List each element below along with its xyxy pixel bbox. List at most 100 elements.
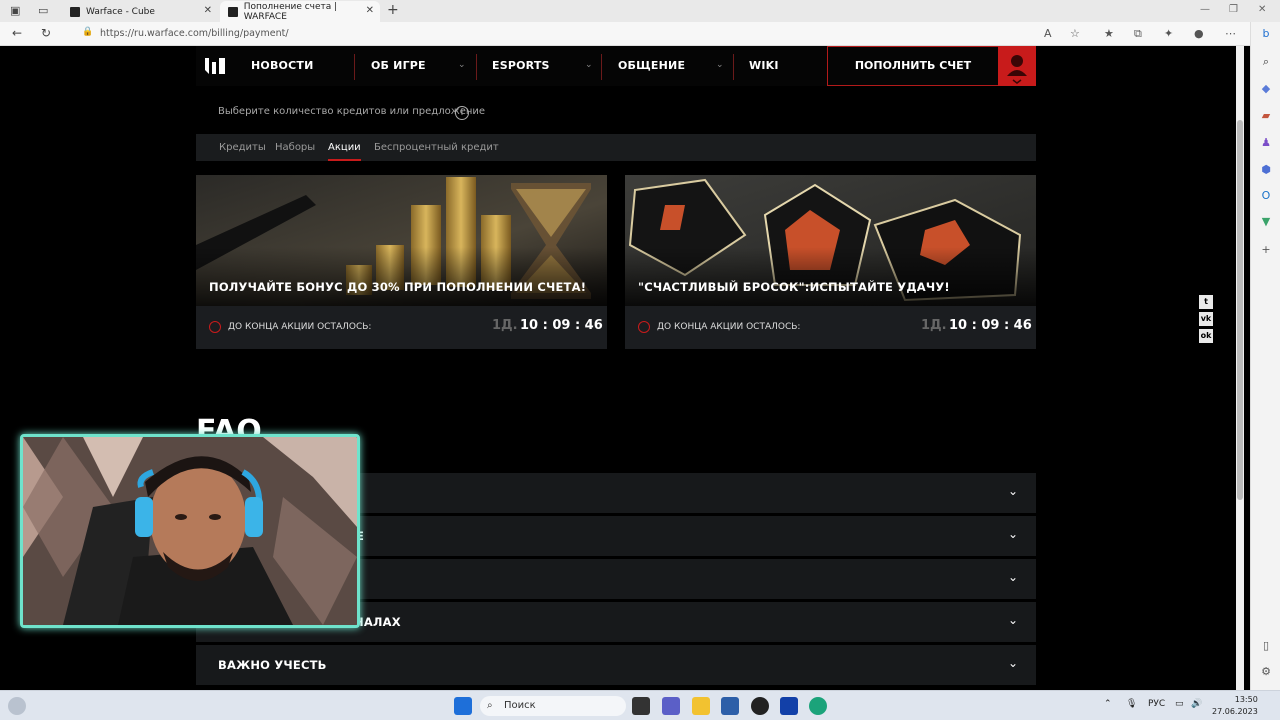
microphone-icon[interactable]: 🎙 [1126,699,1137,709]
tab-credits[interactable]: Кредиты [219,134,266,161]
windows-start-icon[interactable] [454,697,472,715]
tab-bundles[interactable]: Наборы [275,134,315,161]
favorite-star-icon[interactable]: ☆ [1070,27,1080,40]
extensions-icon[interactable]: ✦ [1164,27,1173,40]
clock-icon [209,321,221,333]
network-icon[interactable]: ▭ [1175,699,1184,709]
streamer-webcam-image [23,437,357,625]
teams-icon[interactable] [662,697,680,715]
tab-actions-icon[interactable]: ▭ [38,4,48,17]
nav-news[interactable]: НОВОСТИ [251,46,313,86]
nav-wiki[interactable]: WIKI [749,46,779,86]
promo-timer-bar: ДО КОНЦА АКЦИИ ОСТАЛОСЬ: 1Д. 10 : 09 : 4… [625,306,1036,349]
file-explorer-icon[interactable] [692,697,710,715]
timer-countdown: 10 : 09 : 46 [949,318,1032,333]
favorites-icon[interactable]: ★ [1104,27,1114,40]
browser-tab-2[interactable]: Пополнение счета | WARFACE ✕ [220,1,380,22]
browser-tab-bar: ▣ ▭ Warface - Cube ✕ Пополнение счета | … [0,0,1280,22]
clock-time: 13:50 [1234,695,1258,704]
search-icon[interactable]: ⌕ [1258,54,1274,70]
search-placeholder: Поиск [504,700,536,711]
edge-icon[interactable] [809,697,827,715]
promo-card-bonus[interactable]: ПОЛУЧАЙТЕ БОНУС ДО 30% ПРИ ПОПОЛНЕНИИ СЧ… [196,175,607,349]
user-icon [1007,55,1027,84]
nav-community[interactable]: ОБЩЕНИЕ [618,46,685,86]
nav-esports[interactable]: ESPORTS [492,46,550,86]
promo-card-lucky-roll[interactable]: "СЧАСТЛИВЫЙ БРОСОК":ИСПЫТАЙТЕ УДАЧУ! ДО … [625,175,1036,349]
twitter-icon[interactable]: t [1199,295,1213,309]
tab-interest-free-credit[interactable]: Беспроцентный кредит [374,134,499,161]
drop-icon[interactable]: ▼ [1258,214,1274,230]
topup-button[interactable]: ПОПОЛНИТЬ СЧЕТ [827,46,998,86]
nav-divider [476,54,477,80]
restore-icon[interactable]: ❐ [1229,4,1238,15]
settings-gear-icon[interactable]: ⚙ [1258,664,1274,680]
add-sidebar-icon[interactable]: + [1258,242,1274,258]
warface-logo-icon[interactable] [204,56,226,76]
tab-promotions[interactable]: Акции [328,134,361,161]
chevron-down-icon[interactable]: ⌄ [458,60,466,70]
browser-tab-1[interactable]: Warface - Cube ✕ [62,1,218,22]
chevron-down-icon[interactable]: ⌄ [585,60,593,70]
offer-tabs: Кредиты Наборы Акции Беспроцентный креди… [196,134,1036,161]
webcam-overlay [20,434,360,628]
search-icon: ⌕ [487,700,493,711]
timer-days: 1Д. [921,318,947,333]
edge-sidebar: b ⌕ ◆ ▰ ♟ ⬢ O ▼ + ▯ ⚙ [1250,22,1280,690]
odnoklassniki-icon[interactable]: ok [1199,329,1213,343]
volume-icon[interactable]: 🔊 [1191,699,1202,709]
close-tab-icon[interactable]: ✕ [204,5,212,16]
bing-icon[interactable]: b [1258,26,1274,42]
promo-title: ПОЛУЧАЙТЕ БОНУС ДО 30% ПРИ ПОПОЛНЕНИИ СЧ… [209,280,587,294]
url-field[interactable]: https://ru.warface.com/billing/payment/ [78,25,1088,43]
tab-title: Warface - Cube [86,6,155,17]
office-icon[interactable]: ⬢ [1258,162,1274,178]
more-menu-icon[interactable]: ⋯ [1225,27,1236,40]
game-app-icon[interactable] [780,697,798,715]
language-indicator[interactable]: РУС [1148,699,1165,709]
profile-icon[interactable]: ● [1194,27,1204,40]
store-icon[interactable] [721,697,739,715]
shopping-icon[interactable]: ◆ [1258,81,1274,97]
tools-icon[interactable]: ▰ [1258,108,1274,124]
taskbar-search[interactable]: ⌕ Поиск [480,696,626,716]
task-view-icon[interactable] [632,697,650,715]
back-icon[interactable]: ← [12,26,22,40]
tray-chevron-up-icon[interactable]: ⌃ [1104,699,1112,709]
warface-favicon-icon [70,6,80,17]
promo-title: "СЧАСТЛИВЫЙ БРОСОК":ИСПЫТАЙТЕ УДАЧУ! [638,280,950,294]
app-icon[interactable] [751,697,769,715]
windows-taskbar: ⌕ Поиск ⌃ 🎙 РУС ▭ 🔊 13:50 27.06.2023 [0,690,1280,720]
profile-button[interactable] [998,46,1036,86]
sidebar-layout-icon[interactable]: ▯ [1258,638,1274,654]
games-icon[interactable]: ♟ [1258,135,1274,151]
chevron-down-icon[interactable]: ⌄ [1008,570,1018,584]
widgets-icon[interactable] [8,697,26,715]
nav-divider [354,54,355,80]
chevron-down-icon[interactable]: ⌄ [1008,527,1018,541]
refresh-icon[interactable]: ↻ [41,26,51,40]
read-aloud-icon[interactable]: A [1044,27,1052,40]
faq-item[interactable]: ВАЖНО УЧЕСТЬ ⌄ [196,645,1036,686]
close-tab-icon[interactable]: ✕ [366,5,374,16]
workspaces-icon[interactable]: ▣ [10,4,20,17]
close-window-icon[interactable]: ✕ [1258,4,1266,15]
timer-label: ДО КОНЦА АКЦИИ ОСТАЛОСЬ: [657,322,801,332]
chevron-down-icon[interactable]: ⌄ [1008,484,1018,498]
info-icon[interactable]: i [455,106,469,120]
chevron-down-icon[interactable]: ⌄ [1008,656,1018,670]
page-scrollbar-thumb[interactable] [1237,120,1243,500]
new-tab-button[interactable]: + [387,2,399,18]
nav-divider [601,54,602,80]
timer-days: 1Д. [492,318,518,333]
vk-icon[interactable]: vk [1199,312,1213,326]
minimize-icon[interactable]: — [1200,4,1210,15]
outlook-icon[interactable]: O [1258,188,1274,204]
nav-about-game[interactable]: ОБ ИГРЕ [371,46,426,86]
system-clock[interactable]: 13:50 27.06.2023 [1212,694,1258,718]
chevron-down-icon[interactable]: ⌄ [716,60,724,70]
chevron-down-icon[interactable]: ⌄ [1008,613,1018,627]
promo-timer-bar: ДО КОНЦА АКЦИИ ОСТАЛОСЬ: 1Д. 10 : 09 : 4… [196,306,607,349]
collections-icon[interactable]: ⧉ [1134,27,1142,41]
faq-question: НАЛАХ [354,615,401,629]
